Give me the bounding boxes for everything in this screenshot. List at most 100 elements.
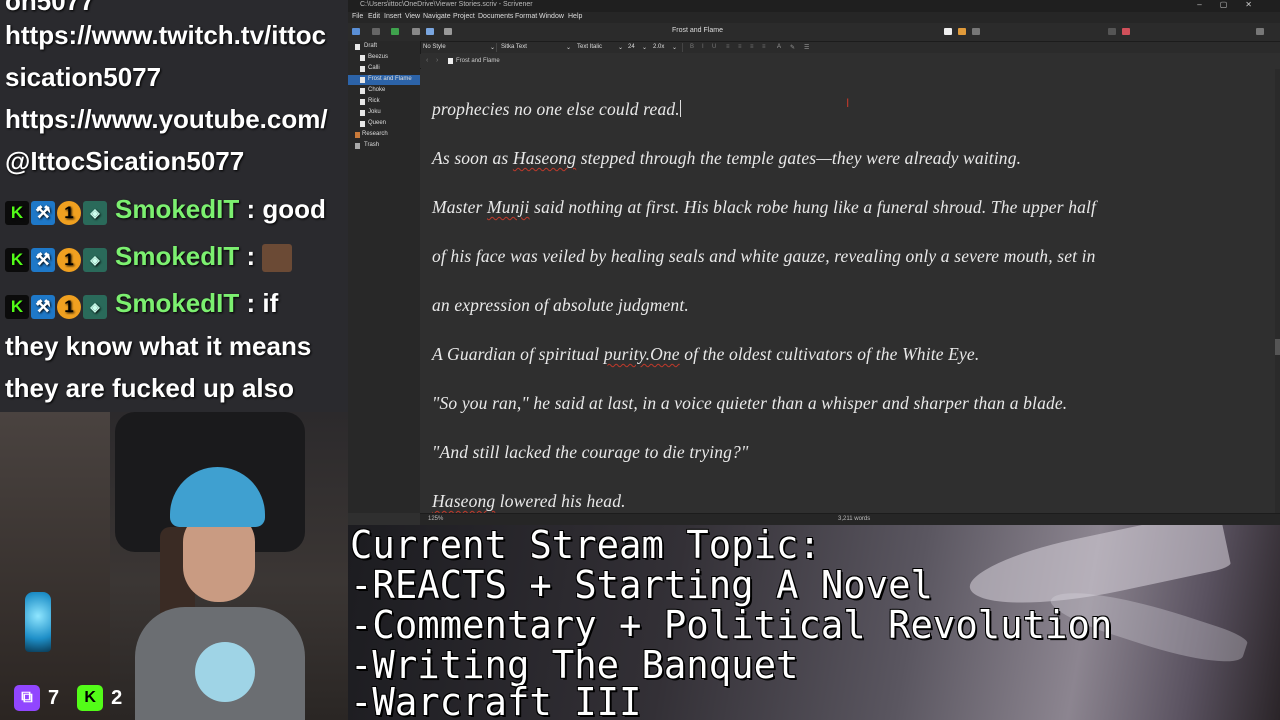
editor-paragraph: of his face was veiled by healing seals … bbox=[432, 246, 1096, 266]
hammer-badge-icon: ⚒ bbox=[31, 248, 55, 273]
text-color-icon[interactable]: A bbox=[777, 44, 781, 50]
editor-paragraph: Master Munji said nothing at first. His … bbox=[432, 197, 1097, 217]
compose-icon[interactable] bbox=[444, 28, 452, 35]
forward-arrow-icon[interactable]: › bbox=[436, 57, 438, 64]
chevron-down-icon[interactable]: ⌄ bbox=[618, 44, 623, 51]
menu-insert[interactable]: Insert bbox=[384, 13, 402, 20]
editor-paragraph: A Guardian of spiritual purity.One of th… bbox=[432, 344, 980, 364]
binder-item-joku[interactable]: Joku bbox=[348, 108, 420, 118]
binder-item-choke[interactable]: Choke bbox=[348, 86, 420, 96]
kick-viewer-count: 2 bbox=[111, 686, 123, 709]
toolbar-document-title: Frost and Flame bbox=[672, 27, 723, 34]
chat-link-youtube-2: @IttocSication5077 bbox=[5, 146, 245, 176]
editor-scrollbar[interactable] bbox=[1275, 69, 1280, 513]
misspelled-word: Haseong bbox=[512, 148, 577, 168]
list-icon[interactable]: ☰ bbox=[804, 44, 809, 51]
style-select[interactable]: No Style bbox=[423, 44, 446, 50]
binder-item-frost-and-flame[interactable]: Frost and Flame bbox=[348, 75, 420, 85]
menu-edit[interactable]: Edit bbox=[368, 13, 380, 20]
binder-item-draft[interactable]: Draft bbox=[348, 42, 420, 52]
chat-cutoff-line: on5077 bbox=[5, 0, 95, 16]
font-select[interactable]: Sitka Text bbox=[501, 44, 527, 50]
view-corkboard-icon[interactable] bbox=[958, 28, 966, 35]
chat-badges: K ⚒ 1 ◈ bbox=[5, 196, 109, 226]
binder-toggle-icon[interactable] bbox=[352, 28, 360, 35]
zoom-level[interactable]: 125% bbox=[428, 516, 443, 522]
typeface-select[interactable]: Text Italic bbox=[577, 44, 602, 50]
chevron-down-icon[interactable]: ⌄ bbox=[566, 44, 571, 51]
document-icon bbox=[360, 121, 365, 127]
ibeam-cursor-icon: I bbox=[846, 96, 850, 110]
scrollbar-thumb[interactable] bbox=[1275, 339, 1280, 355]
twitch-icon: ⧉ bbox=[14, 685, 40, 711]
binder-item-research[interactable]: Research bbox=[348, 130, 420, 140]
binder-item-calli[interactable]: Calli bbox=[348, 64, 420, 74]
one-badge-icon: 1 bbox=[57, 201, 81, 226]
document-icon bbox=[360, 66, 365, 72]
align-center-icon[interactable]: ≡ bbox=[738, 44, 742, 50]
binder-item-queen[interactable]: Queen bbox=[348, 119, 420, 129]
back-icon[interactable] bbox=[372, 28, 380, 35]
menu-navigate[interactable]: Navigate bbox=[423, 13, 451, 20]
align-left-icon[interactable]: ≡ bbox=[726, 44, 730, 50]
chat-text-continued: they know what it means bbox=[5, 331, 312, 361]
editor-paragraph: an expression of absolute judgment. bbox=[432, 295, 689, 315]
editor-breadcrumb[interactable]: Frost and Flame bbox=[456, 58, 500, 64]
binder-sidebar: Draft Beezus Calli Frost and Flame Choke… bbox=[348, 41, 421, 513]
toolbar: Frost and Flame bbox=[348, 23, 1280, 42]
topic-header: Current Stream Topic: bbox=[350, 525, 821, 567]
kick-badge-icon: K bbox=[5, 248, 29, 273]
menu-view[interactable]: View bbox=[405, 13, 420, 20]
highlight-icon[interactable]: ✎ bbox=[790, 44, 795, 51]
binder-item-rick[interactable]: Rick bbox=[348, 97, 420, 107]
kick-badge-icon: K bbox=[5, 201, 29, 226]
editor-paragraph: Haseong lowered his head. bbox=[432, 491, 626, 511]
justify-icon[interactable]: ≡ bbox=[762, 44, 766, 50]
editor-paragraph: "And still lacked the courage to die try… bbox=[432, 442, 749, 462]
view-outline-icon[interactable] bbox=[972, 28, 980, 35]
italic-icon[interactable]: I bbox=[702, 44, 704, 50]
document-icon bbox=[360, 110, 365, 116]
menu-format[interactable]: Format bbox=[515, 13, 537, 20]
add-document-icon[interactable] bbox=[391, 28, 399, 35]
menu-help[interactable]: Help bbox=[568, 13, 582, 20]
menu-documents[interactable]: Documents bbox=[478, 13, 513, 20]
bookmark-icon[interactable] bbox=[1122, 28, 1130, 35]
text-cursor bbox=[679, 100, 681, 117]
line-spacing-select[interactable]: 2.0x bbox=[653, 44, 664, 50]
binder-item-beezus[interactable]: Beezus bbox=[348, 53, 420, 63]
chat-message: K ⚒ 1 ◈ SmokedIT : good bbox=[5, 194, 326, 226]
topic-item: -Writing The Banquet bbox=[350, 643, 799, 687]
chevron-down-icon[interactable]: ⌄ bbox=[672, 44, 677, 51]
chevron-down-icon[interactable]: ⌄ bbox=[490, 44, 495, 51]
binder-item-trash[interactable]: Trash bbox=[348, 141, 420, 151]
font-size-select[interactable]: 24 bbox=[628, 44, 635, 50]
streamer-hat bbox=[170, 467, 265, 527]
menu-file[interactable]: File bbox=[352, 13, 363, 20]
view-document-icon[interactable] bbox=[944, 28, 952, 35]
chat-link-youtube-1: https://www.youtube.com/ bbox=[5, 104, 328, 134]
chevron-down-icon[interactable]: ⌄ bbox=[642, 44, 647, 51]
window-controls[interactable]: –▢✕ bbox=[1197, 0, 1270, 9]
subscriber-badge-icon: ◈ bbox=[83, 201, 107, 226]
back-arrow-icon[interactable]: ‹ bbox=[426, 57, 428, 64]
misspelled-word: purity.One bbox=[603, 344, 680, 364]
underline-icon[interactable]: U bbox=[712, 44, 716, 50]
twitch-viewer-count: 7 bbox=[48, 686, 60, 709]
chat-badges: K ⚒ 1 ◈ bbox=[5, 243, 109, 273]
share-icon[interactable] bbox=[1108, 28, 1116, 35]
menu-window[interactable]: Window bbox=[539, 13, 564, 20]
document-icon bbox=[360, 77, 365, 83]
inspector-toggle-icon[interactable] bbox=[1256, 28, 1264, 35]
menu-project[interactable]: Project bbox=[453, 13, 475, 20]
document-icon bbox=[355, 44, 360, 50]
scrivener-window: C:\Users\ittoc\OneDrive\Viewer Stories.s… bbox=[348, 0, 1280, 525]
editor-text-area[interactable]: prophecies no one else could read. As so… bbox=[420, 69, 1278, 513]
chat-overlay: on5077 https://www.twitch.tv/ittoc sicat… bbox=[0, 0, 348, 412]
link-icon[interactable] bbox=[426, 28, 434, 35]
word-count: 3,211 words bbox=[838, 516, 871, 522]
align-right-icon[interactable]: ≡ bbox=[750, 44, 754, 50]
bold-icon[interactable]: B bbox=[690, 44, 694, 50]
document-icon bbox=[360, 99, 365, 105]
delete-icon[interactable] bbox=[412, 28, 420, 35]
